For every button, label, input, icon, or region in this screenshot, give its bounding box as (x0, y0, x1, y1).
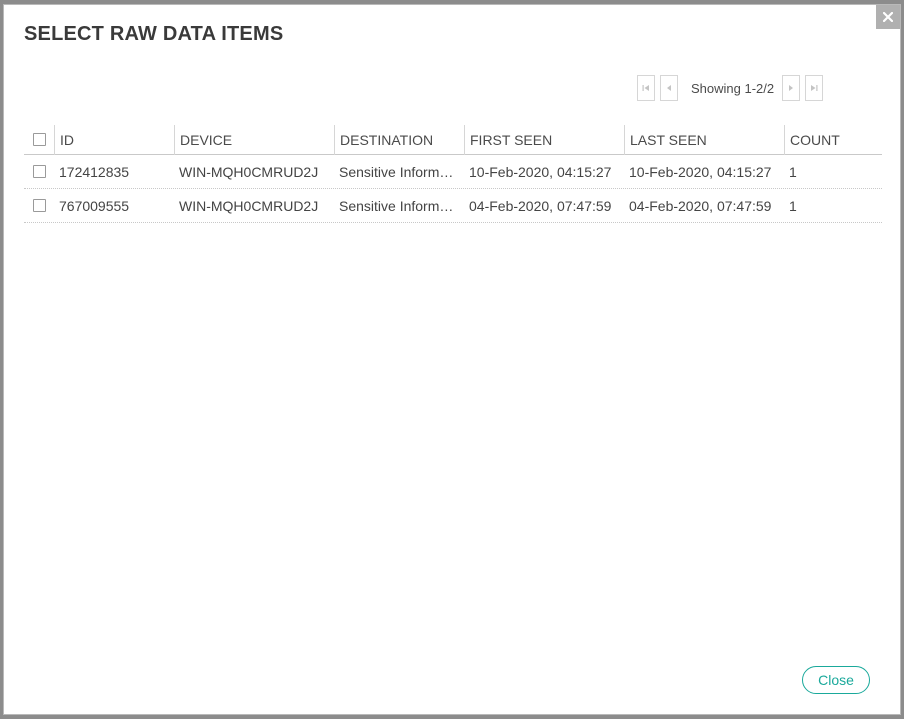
close-button[interactable]: Close (802, 666, 870, 694)
select-raw-data-dialog: SELECT RAW DATA ITEMS Showing 1-2/2 ID D… (3, 4, 901, 715)
cell-destination: Sensitive Inform… (339, 163, 454, 180)
cell-id: 172412835 (59, 163, 130, 180)
pager-status: Showing 1-2/2 (691, 80, 775, 96)
dialog-title: SELECT RAW DATA ITEMS (24, 23, 284, 45)
table-row[interactable]: 172412835 WIN-MQH0CMRUD2J Sensitive Info… (24, 155, 882, 189)
column-header-id[interactable]: ID (54, 124, 174, 155)
first-page-icon (641, 83, 651, 93)
row-checkbox[interactable] (33, 165, 46, 178)
cell-count: 1 (789, 197, 797, 214)
dialog-close-x-button[interactable] (876, 5, 900, 29)
column-header-count[interactable]: COUNT (784, 124, 882, 155)
cell-first-seen: 04-Feb-2020, 07:47:59 (469, 197, 612, 214)
table-header-row: ID DEVICE DESTINATION FIRST SEEN LAST SE… (24, 124, 882, 155)
table-row[interactable]: 767009555 WIN-MQH0CMRUD2J Sensitive Info… (24, 189, 882, 223)
prev-page-icon (664, 83, 674, 93)
next-page-button[interactable] (782, 75, 801, 101)
cell-count: 1 (789, 163, 797, 180)
row-checkbox[interactable] (33, 199, 46, 212)
next-page-icon (786, 83, 796, 93)
pagination: Showing 1-2/2 (637, 73, 828, 103)
select-all-cell (24, 125, 54, 155)
column-header-last-seen[interactable]: LAST SEEN (624, 124, 784, 155)
raw-data-table: ID DEVICE DESTINATION FIRST SEEN LAST SE… (24, 124, 882, 223)
cell-last-seen: 10-Feb-2020, 04:15:27 (629, 163, 772, 180)
cell-device: WIN-MQH0CMRUD2J (179, 197, 319, 214)
row-select-cell (24, 165, 54, 178)
close-icon (883, 12, 893, 22)
last-page-button[interactable] (805, 75, 824, 101)
cell-last-seen: 04-Feb-2020, 07:47:59 (629, 197, 772, 214)
cell-device: WIN-MQH0CMRUD2J (179, 163, 319, 180)
select-all-checkbox[interactable] (33, 133, 46, 146)
first-page-button[interactable] (637, 75, 655, 101)
column-header-device[interactable]: DEVICE (174, 124, 334, 155)
row-select-cell (24, 199, 54, 212)
cell-id: 767009555 (59, 197, 130, 214)
prev-page-button[interactable] (660, 75, 678, 101)
last-page-icon (809, 83, 819, 93)
column-header-first-seen[interactable]: FIRST SEEN (464, 124, 624, 155)
column-header-destination[interactable]: DESTINATION (334, 124, 464, 155)
cell-destination: Sensitive Inform… (339, 197, 454, 214)
cell-first-seen: 10-Feb-2020, 04:15:27 (469, 163, 612, 180)
